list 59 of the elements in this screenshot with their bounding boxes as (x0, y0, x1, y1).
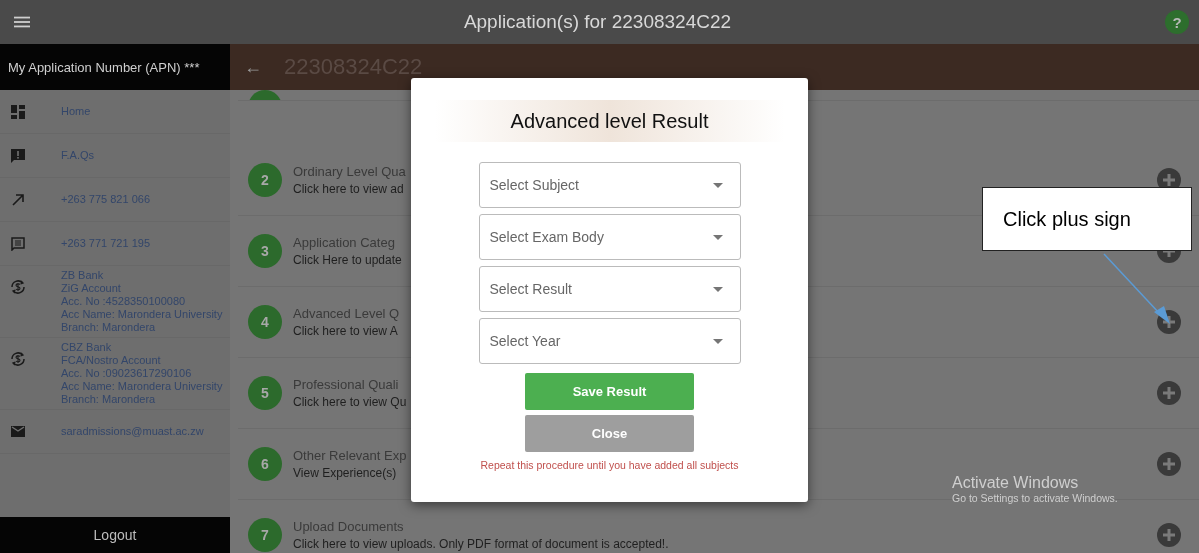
step-link[interactable]: View Experience(s) (293, 465, 397, 481)
step-number: 5 (248, 376, 282, 410)
select-field[interactable]: Select Year (478, 318, 741, 364)
callout-tooltip: Click plus sign (982, 187, 1192, 251)
sidebar-link[interactable]: CBZ Bank (61, 341, 223, 354)
select-field[interactable]: Select Exam Body (478, 214, 741, 260)
sidebar-link[interactable]: Acc. No :09023617290106 (61, 367, 223, 380)
activation-notice: Activate Windows (952, 474, 1079, 492)
back-button[interactable]: ← (244, 56, 262, 78)
step-link[interactable]: Click Here to update (293, 252, 402, 268)
sidebar-link[interactable]: ZiG Account (61, 282, 223, 295)
step-number: 6 (248, 447, 282, 481)
sidebar-link[interactable]: Home (61, 105, 91, 118)
sidebar-link[interactable]: +263 771 721 195 (61, 237, 150, 250)
sidebar-header: My Application Number (APN) *** (0, 44, 230, 90)
step-title: Professional Quali (293, 376, 399, 394)
step-number: 4 (248, 305, 282, 339)
step-number: 7 (248, 518, 282, 552)
dashboard-icon (10, 104, 26, 119)
step-title: Ordinary Level Qua (293, 163, 406, 181)
sidebar-link[interactable]: ZB Bank (61, 269, 223, 282)
step-title: Application Categ (293, 234, 395, 252)
step-number: 3 (248, 234, 282, 268)
step-link[interactable]: Click here to view A (293, 323, 398, 339)
step-link[interactable]: Click here to view Qu (293, 394, 407, 410)
currency-exchange-icon (10, 279, 26, 295)
step-number: 2 (248, 163, 282, 197)
caret-icon (712, 287, 723, 292)
sidebar-link[interactable]: FCA/Nostro Account (61, 354, 223, 367)
sidebar-link[interactable]: Acc. No :4528350100080 (61, 295, 223, 308)
caret-icon (712, 183, 723, 188)
page-title: Application(s) for 22308324C22 (462, 11, 733, 33)
step-title: Other Relevant Exp (293, 447, 407, 465)
save-button[interactable]: Save Result (525, 373, 694, 410)
sidebar-link[interactable]: F.A.Qs (61, 149, 94, 162)
step-title: Upload Documents (293, 518, 404, 536)
caret-icon (712, 339, 723, 344)
select-field[interactable]: Select Result (478, 266, 741, 312)
select-field[interactable]: Select Subject (478, 162, 741, 208)
close-button[interactable]: Close (525, 415, 694, 452)
mail-icon (10, 426, 26, 437)
sidebar-link[interactable]: Acc Name: Marondera University (61, 308, 223, 321)
arrow-icon (10, 192, 26, 207)
sidebar-link[interactable]: Branch: Marondera (61, 321, 223, 334)
activation-hint: Go to Settings to activate Windows. (952, 492, 1118, 504)
caret-icon (712, 235, 723, 240)
hint-text: Repeat this procedure until you have added all subjects (480, 459, 739, 471)
sidebar-link[interactable]: Acc Name: Marondera University (61, 380, 223, 393)
step-link[interactable]: Click here to view uploads. Only PDF format of document is accepted!. (293, 536, 669, 552)
step-title: Advanced Level Q (293, 305, 400, 323)
message-icon (10, 236, 26, 251)
menu-icon[interactable] (14, 16, 30, 28)
alert-message-icon (10, 148, 26, 163)
logout-button[interactable]: Logout (0, 517, 230, 553)
sidebar-link[interactable]: Branch: Marondera (61, 393, 223, 406)
help-button[interactable]: ? (1165, 10, 1189, 34)
step-link[interactable]: Click here to view ad (293, 181, 404, 197)
sidebar-link[interactable]: saradmissions@muast.ac.zw (61, 425, 204, 438)
currency-exchange-icon (10, 351, 26, 367)
